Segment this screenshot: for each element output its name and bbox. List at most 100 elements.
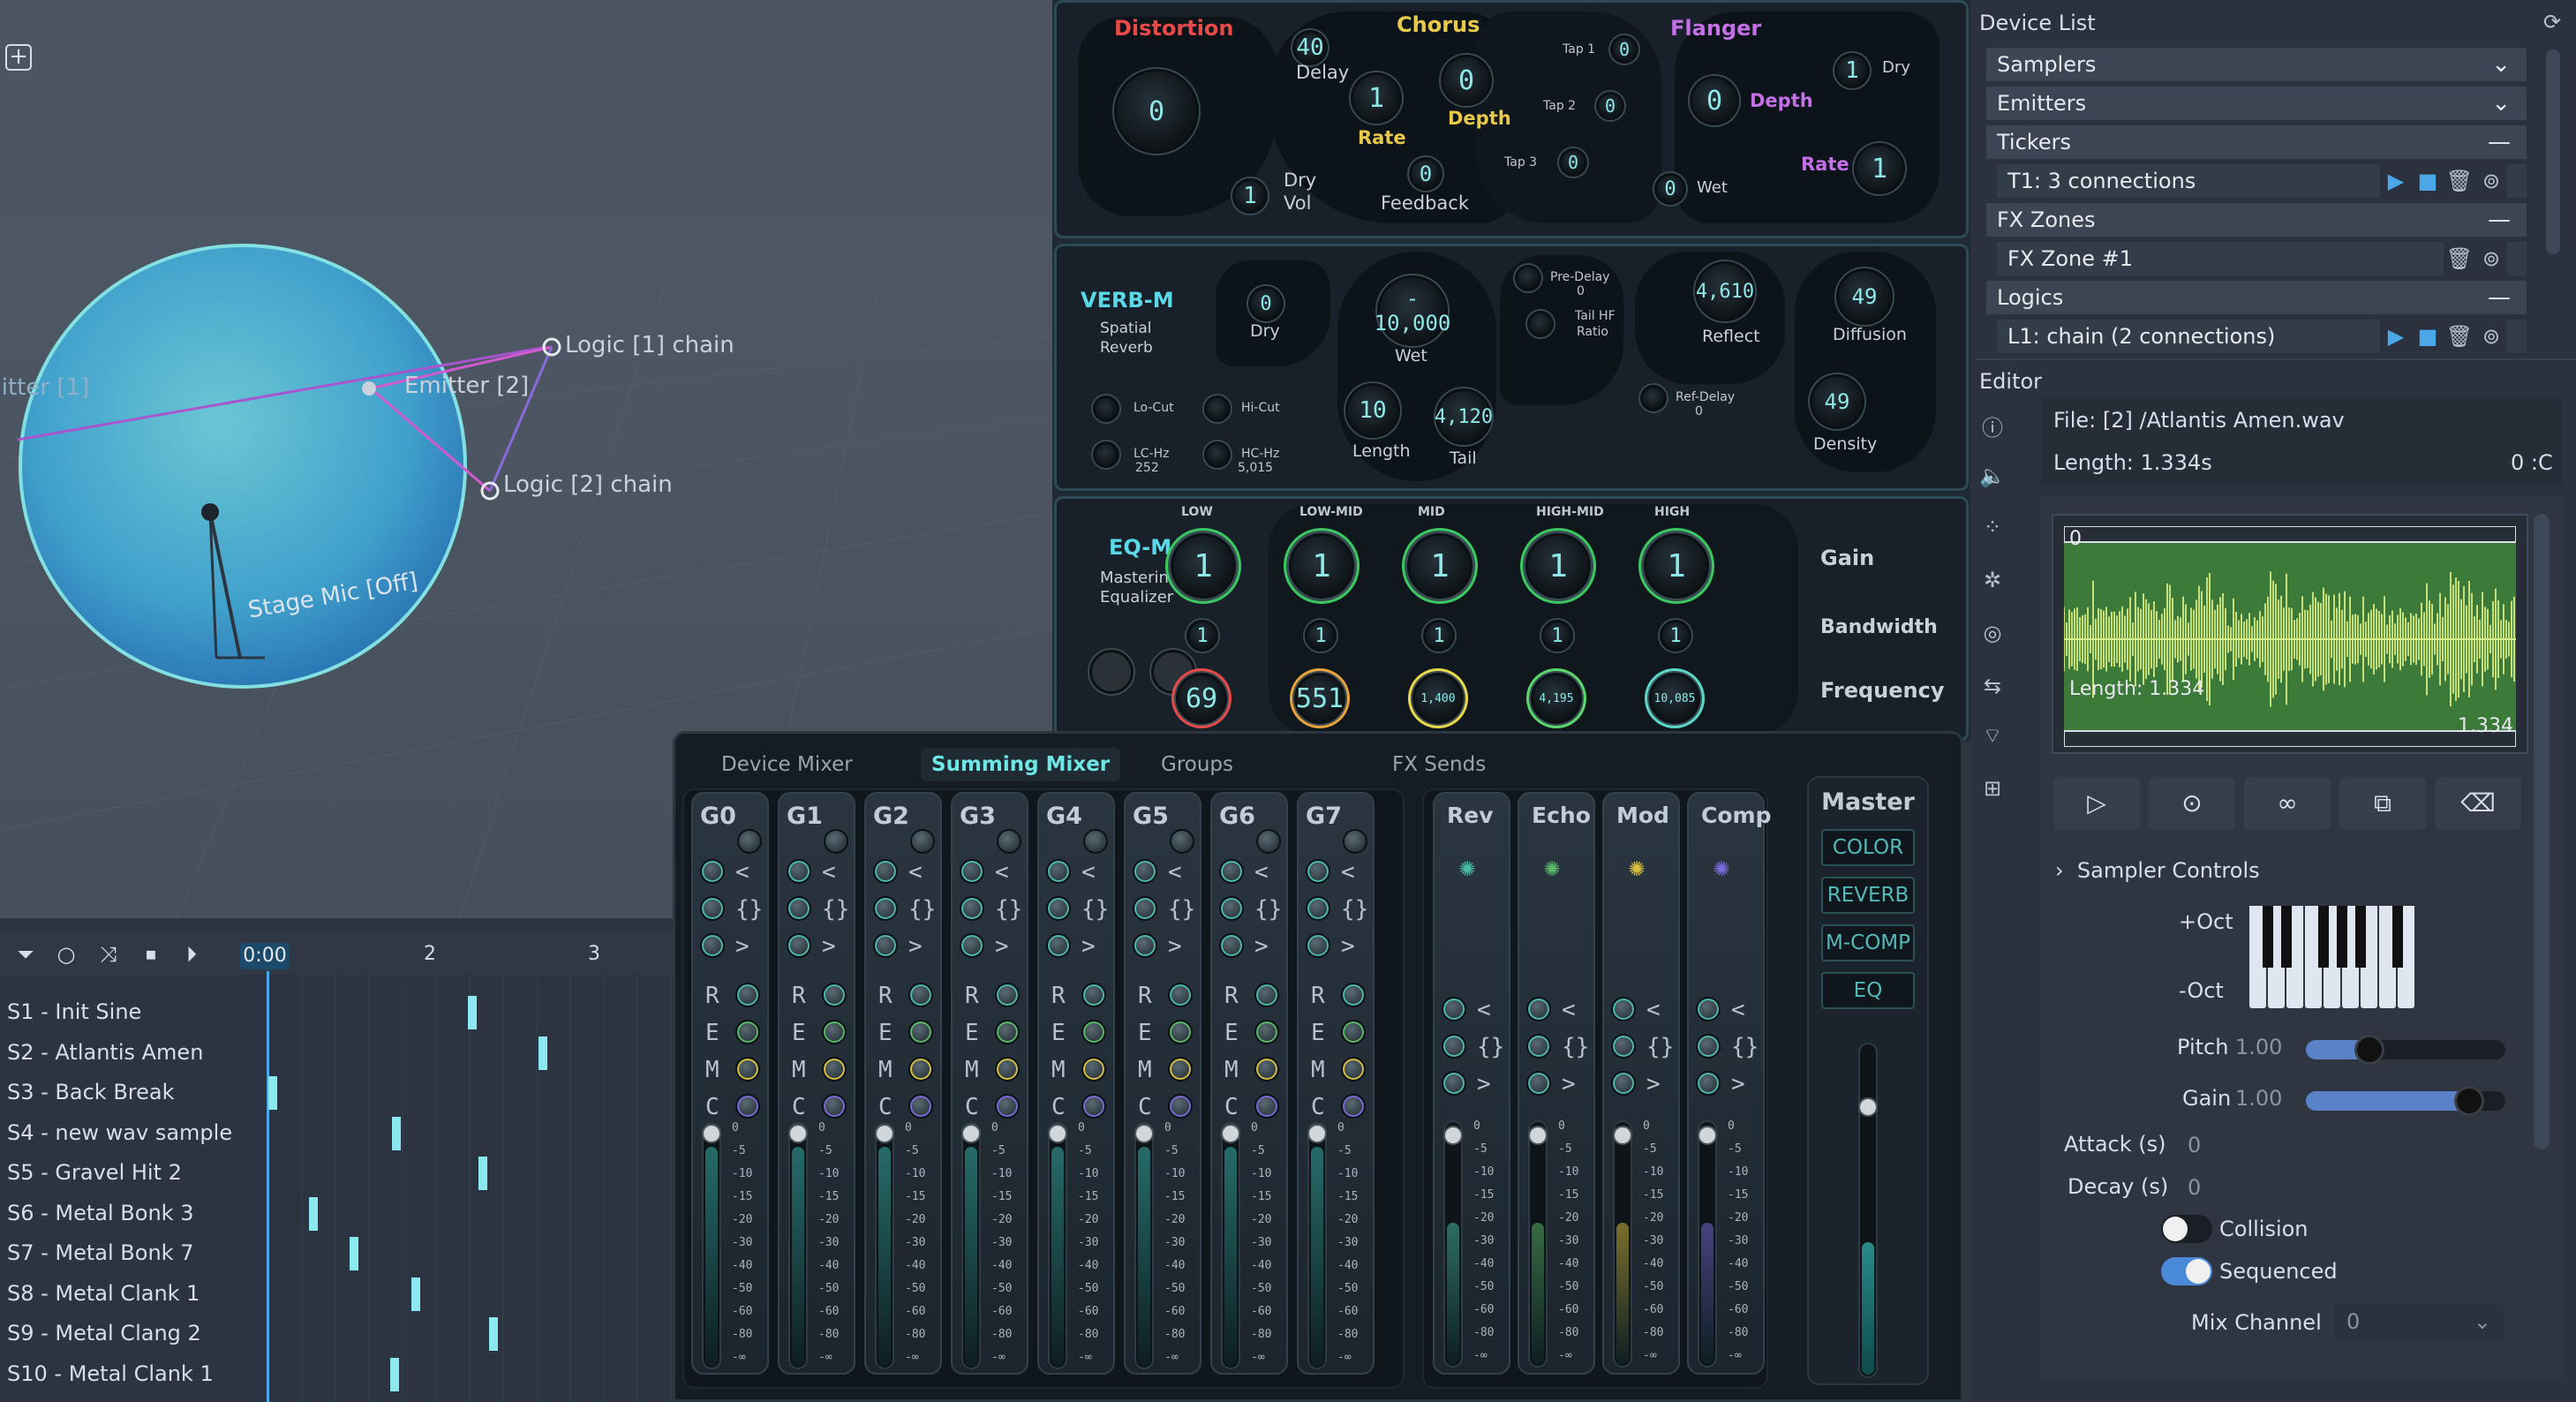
volume-fader[interactable] bbox=[1307, 1122, 1327, 1369]
collision-toggle[interactable] bbox=[2161, 1215, 2212, 1243]
sample-row-label[interactable]: S9 - Metal Clang 2 bbox=[7, 1321, 201, 1345]
shuffle-icon[interactable]: ⤨ bbox=[95, 941, 122, 968]
fader-cap[interactable] bbox=[1221, 1124, 1240, 1143]
collapse-minus-icon[interactable]: — bbox=[2488, 125, 2511, 159]
master-fader[interactable] bbox=[1858, 1043, 1878, 1378]
pitch-slider[interactable] bbox=[2306, 1035, 2505, 1065]
label-logic2[interactable]: Logic [2] chain bbox=[503, 471, 673, 498]
routing-knob[interactable] bbox=[1442, 997, 1466, 1021]
reverb-hicut-knob[interactable] bbox=[1204, 396, 1231, 422]
trigger-marker[interactable] bbox=[309, 1196, 318, 1231]
routing-knob[interactable] bbox=[1696, 997, 1721, 1021]
sun-icon[interactable]: ✺ bbox=[1459, 852, 1475, 883]
clear-button[interactable]: ⌫ bbox=[2435, 777, 2521, 830]
send-level-knob[interactable] bbox=[1254, 1057, 1279, 1082]
flanger-dry-knob[interactable]: 1 bbox=[1834, 53, 1870, 88]
fader-cap[interactable] bbox=[1307, 1124, 1327, 1143]
device-item[interactable]: FX Zone #1 🗑 ⊚ bbox=[1997, 242, 2527, 275]
device-category[interactable]: Samplers ⌄ bbox=[1986, 48, 2527, 81]
piano-black-key[interactable] bbox=[2337, 906, 2347, 968]
sample-row-label[interactable]: S3 - Back Break bbox=[7, 1080, 175, 1104]
send-level-knob[interactable] bbox=[908, 1057, 933, 1082]
reverb-tail-knob[interactable]: 4,120 bbox=[1435, 388, 1493, 445]
waveform[interactable] bbox=[2064, 526, 2516, 747]
routing-knob[interactable] bbox=[873, 896, 898, 921]
target-icon[interactable]: ⊚ bbox=[2475, 242, 2507, 275]
send-level-knob[interactable] bbox=[822, 983, 847, 1007]
sample-row-label[interactable]: S6 - Metal Bonk 3 bbox=[7, 1201, 193, 1225]
routing-knob[interactable] bbox=[1442, 1034, 1466, 1059]
chorus-tap3-knob[interactable]: 0 bbox=[1559, 148, 1587, 177]
network-icon[interactable]: ✲ bbox=[1977, 565, 2007, 595]
timeline-grid[interactable] bbox=[269, 976, 673, 1402]
routing-knob[interactable] bbox=[700, 896, 725, 921]
trigger-marker[interactable] bbox=[268, 1076, 277, 1110]
tab-fx-sends[interactable]: FX Sends bbox=[1382, 748, 1496, 781]
reverb-lchz-knob[interactable] bbox=[1093, 441, 1119, 468]
routing-knob[interactable] bbox=[1133, 859, 1157, 884]
volume-fader[interactable] bbox=[961, 1122, 981, 1369]
send-level-knob[interactable] bbox=[1254, 1020, 1279, 1044]
routing-knob[interactable] bbox=[787, 933, 811, 958]
trigger-marker[interactable] bbox=[478, 1157, 487, 1190]
routing-knob[interactable] bbox=[1526, 1034, 1551, 1059]
tab-summing-mixer[interactable]: Summing Mixer bbox=[921, 748, 1121, 781]
pan-knob[interactable] bbox=[997, 829, 1021, 854]
routing-knob[interactable] bbox=[1133, 896, 1157, 921]
sun-icon[interactable]: ✺ bbox=[1714, 852, 1729, 883]
play-icon[interactable]: ⏵ bbox=[178, 941, 205, 968]
send-level-knob[interactable] bbox=[1081, 1057, 1106, 1082]
send-level-knob[interactable] bbox=[1168, 1020, 1193, 1044]
reverb-dry-knob[interactable]: 0 bbox=[1248, 286, 1284, 321]
device-list-scrollbar[interactable] bbox=[2546, 49, 2560, 254]
send-level-knob[interactable] bbox=[1254, 1094, 1279, 1119]
decay-input[interactable]: 0 bbox=[2175, 1167, 2507, 1208]
volume-fader[interactable] bbox=[1528, 1120, 1548, 1368]
routing-knob[interactable] bbox=[1611, 997, 1636, 1021]
target-icon[interactable]: ⊚ bbox=[2475, 320, 2507, 353]
eq-bandwidth-knob-1[interactable]: 1 bbox=[1305, 620, 1337, 652]
send-level-knob[interactable] bbox=[1341, 1057, 1366, 1082]
reverb-wet-knob[interactable]: - 10,000 bbox=[1375, 275, 1450, 346]
send-level-knob[interactable] bbox=[822, 1020, 847, 1044]
piano-keyboard[interactable] bbox=[2249, 906, 2417, 1008]
sample-row-label[interactable]: S2 - Atlantis Amen bbox=[7, 1040, 203, 1065]
master-reverb-button[interactable]: REVERB bbox=[1821, 877, 1915, 914]
fader-cap[interactable] bbox=[1443, 1126, 1463, 1145]
routing-knob[interactable] bbox=[1219, 933, 1244, 958]
piano-black-key[interactable] bbox=[2355, 906, 2366, 968]
volume-fader[interactable] bbox=[702, 1122, 721, 1369]
volume-fader[interactable] bbox=[788, 1122, 808, 1369]
chevron-down-icon[interactable]: ⌄ bbox=[2491, 48, 2511, 81]
flanger-depth-knob[interactable]: 0 bbox=[1690, 76, 1739, 125]
route-icon[interactable]: ⇆ bbox=[1977, 671, 2007, 701]
chorus-tap2-knob[interactable]: 0 bbox=[1596, 92, 1624, 120]
oct-up-button[interactable]: +Oct bbox=[2179, 909, 2233, 934]
volume-fader[interactable] bbox=[1048, 1122, 1067, 1369]
trigger-marker[interactable] bbox=[489, 1317, 498, 1351]
fader-cap[interactable] bbox=[702, 1124, 721, 1143]
stop-icon[interactable]: ⏹ bbox=[138, 941, 164, 968]
eq-frequency-knob-2[interactable]: 1,400 bbox=[1412, 673, 1464, 724]
reverb-hchz-knob[interactable] bbox=[1204, 441, 1231, 468]
sample-row-label[interactable]: S8 - Metal Clank 1 bbox=[7, 1281, 200, 1306]
volume-fader[interactable] bbox=[1613, 1120, 1632, 1368]
send-level-knob[interactable] bbox=[995, 983, 1020, 1007]
piano-black-key[interactable] bbox=[2263, 906, 2273, 968]
globe-icon[interactable]: ◎ bbox=[1977, 618, 2007, 648]
routing-knob[interactable] bbox=[1219, 859, 1244, 884]
pan-knob[interactable] bbox=[1083, 829, 1108, 854]
particles-icon[interactable]: ⁘ bbox=[1977, 512, 2007, 542]
eq-gain-knob-0[interactable]: 1 bbox=[1171, 533, 1236, 599]
tab-device-mixer[interactable]: Device Mixer bbox=[711, 748, 863, 781]
sample-row-label[interactable]: S1 - Init Sine bbox=[7, 999, 141, 1024]
chorus-tap1-knob[interactable]: 0 bbox=[1610, 35, 1638, 64]
chorus-dry-knob[interactable]: 1 bbox=[1232, 178, 1268, 214]
reverb-refdelay-knob[interactable] bbox=[1640, 385, 1667, 411]
send-level-knob[interactable] bbox=[1081, 983, 1106, 1007]
reverb-predelay-knob[interactable] bbox=[1515, 265, 1541, 291]
loop-button[interactable]: ∞ bbox=[2244, 777, 2331, 830]
collapse-minus-icon[interactable]: — bbox=[2488, 203, 2511, 237]
send-level-knob[interactable] bbox=[908, 1020, 933, 1044]
oct-down-button[interactable]: -Oct bbox=[2179, 978, 2224, 1003]
